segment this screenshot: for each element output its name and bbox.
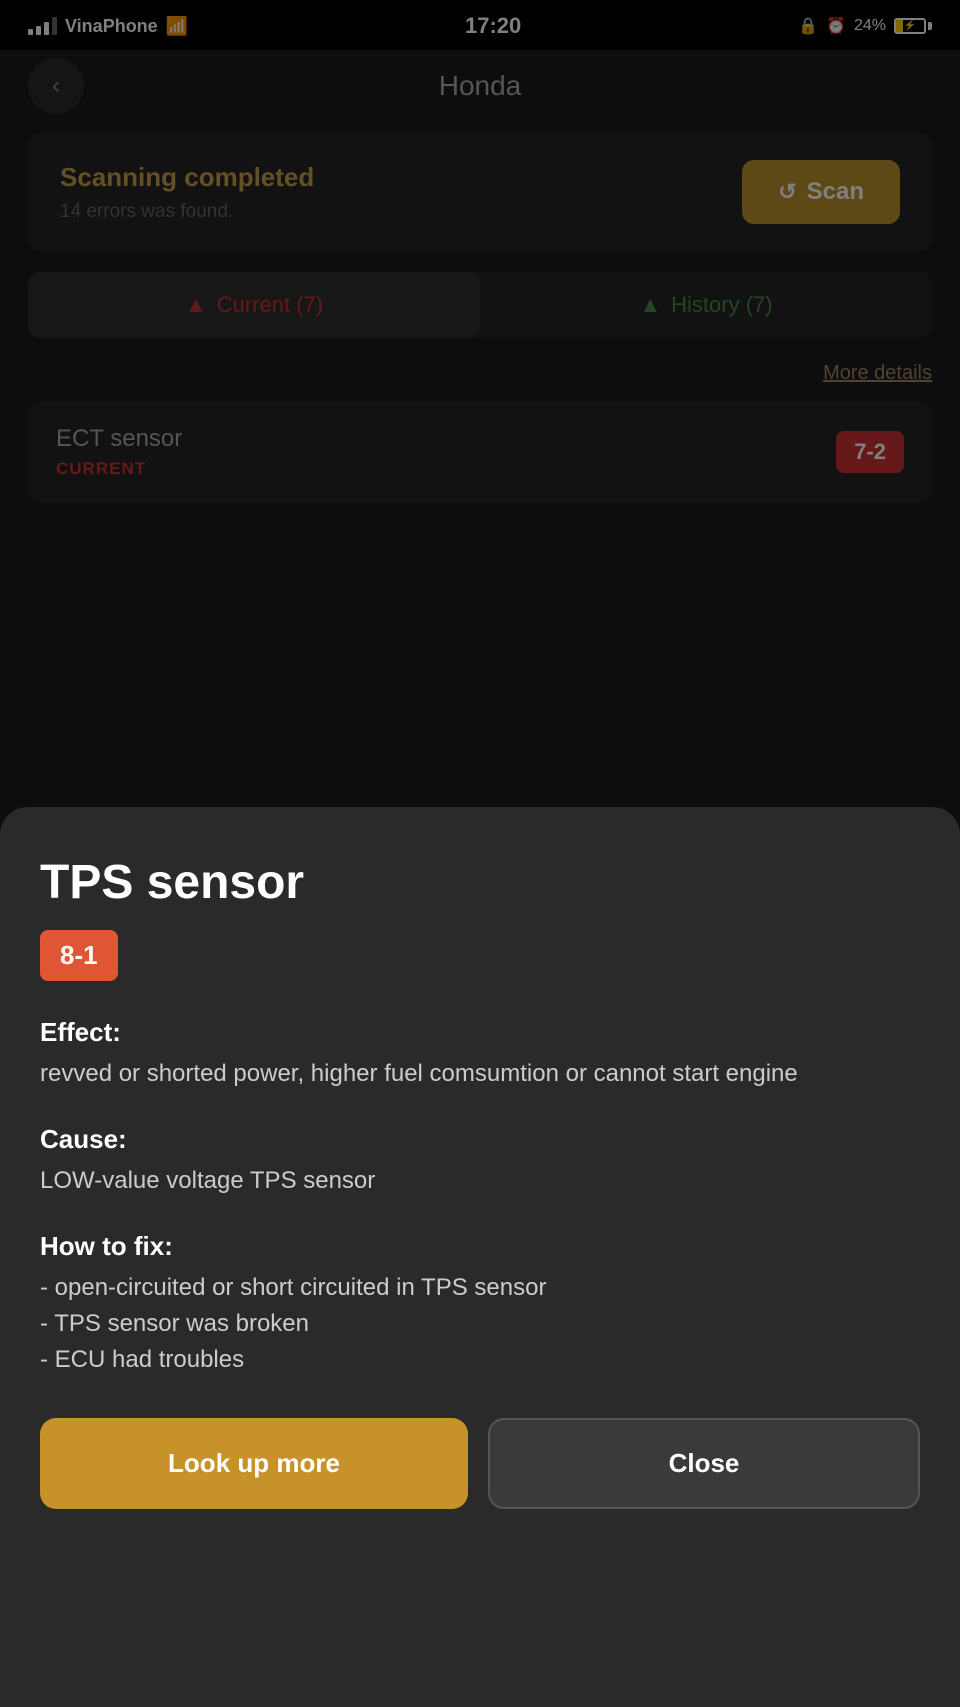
close-button[interactable]: Close (488, 1418, 920, 1509)
sheet-effect-title: Effect: (40, 1017, 920, 1048)
sheet-actions: Look up more Close (40, 1418, 920, 1509)
sheet-title: TPS sensor (40, 855, 920, 910)
sheet-effect-body: revved or shorted power, higher fuel com… (40, 1056, 920, 1092)
bottom-sheet: TPS sensor 8-1 Effect: revved or shorted… (0, 807, 960, 1707)
sheet-effect-section: Effect: revved or shorted power, higher … (40, 1017, 920, 1092)
sheet-howtofix-section: How to fix: - open-circuited or short ci… (40, 1231, 920, 1378)
sheet-cause-section: Cause: LOW-value voltage TPS sensor (40, 1124, 920, 1199)
sheet-code-badge: 8-1 (40, 930, 118, 981)
sheet-howtofix-body: - open-circuited or short circuited in T… (40, 1270, 920, 1378)
sheet-cause-title: Cause: (40, 1124, 920, 1155)
lookup-button[interactable]: Look up more (40, 1418, 468, 1509)
sheet-cause-body: LOW-value voltage TPS sensor (40, 1163, 920, 1199)
sheet-howtofix-title: How to fix: (40, 1231, 920, 1262)
